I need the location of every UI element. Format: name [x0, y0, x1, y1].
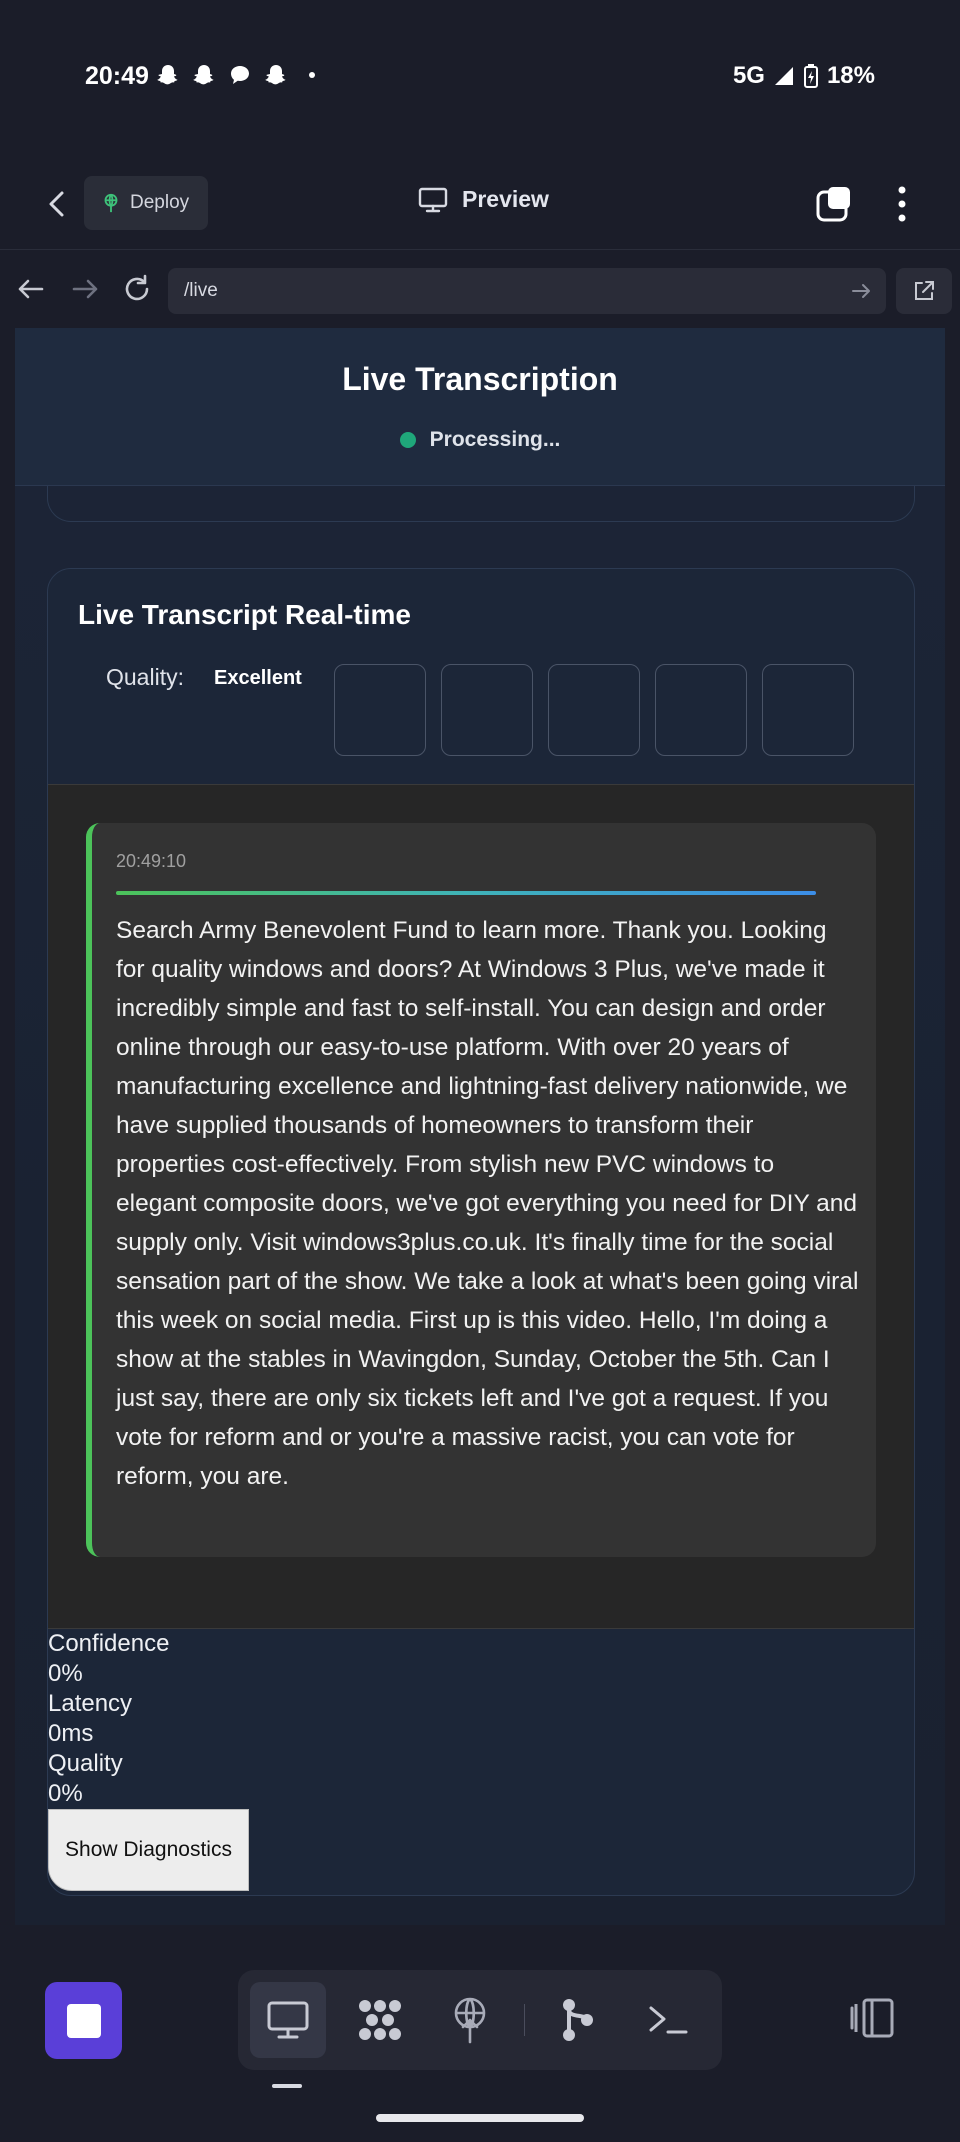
- web-preview: Live Transcription Processing... Live Tr…: [15, 328, 945, 1925]
- quality-box: [334, 664, 426, 756]
- notification-icons: [155, 62, 325, 88]
- tool-deploy[interactable]: [432, 1982, 508, 2058]
- home-indicator[interactable]: [376, 2114, 584, 2122]
- stop-button[interactable]: [45, 1982, 122, 2059]
- entry-timestamp: 20:49:10: [116, 851, 187, 871]
- more-vertical-icon: [898, 186, 906, 222]
- deploy-label: Deploy: [130, 192, 190, 213]
- arrow-right-icon: [72, 279, 98, 299]
- confidence-label: Confidence: [48, 1630, 170, 1657]
- entry-progress-bar: [116, 891, 816, 895]
- browser-forward-button[interactable]: [68, 272, 102, 306]
- quality-metric-value: 0%: [48, 1780, 83, 1807]
- processing-status: Processing...: [15, 428, 945, 452]
- previous-card-edge: [47, 486, 915, 522]
- url-text: /live: [184, 280, 218, 301]
- tool-group: [238, 1970, 722, 2070]
- latency-label: Latency: [48, 1690, 133, 1717]
- battery-icon: [803, 63, 819, 89]
- status-dot-icon: [399, 432, 416, 448]
- tabs-icon: [816, 187, 850, 222]
- tabs-button[interactable]: [814, 184, 854, 224]
- more-menu-button[interactable]: [886, 182, 918, 226]
- reload-button[interactable]: [120, 272, 154, 306]
- deploy-button[interactable]: Deploy: [84, 176, 208, 230]
- monitor-icon: [418, 187, 448, 212]
- quality-value: Excellent: [214, 667, 302, 689]
- live-transcript-card: Live Transcript Real-time Quality: Excel…: [47, 568, 915, 1896]
- app-header: Deploy Preview: [0, 160, 960, 250]
- reload-icon: [125, 274, 149, 301]
- status-right: 5G 18%: [733, 62, 875, 90]
- quality-metric-label: Quality: [48, 1750, 123, 1777]
- quality-box: [548, 664, 640, 756]
- chat-bubble-icon: [227, 62, 253, 88]
- grid-dots-icon: [359, 2000, 401, 2040]
- browser-back-button[interactable]: [14, 272, 48, 306]
- entry-text: Search Army Benevolent Fund to learn mor…: [116, 917, 859, 1490]
- desktop-icon: [267, 2001, 309, 2039]
- bottom-toolbar: [0, 1940, 960, 2142]
- tool-terminal[interactable]: [630, 1982, 706, 2058]
- more-notifications-dot-icon: [299, 62, 325, 88]
- url-input[interactable]: /live: [168, 268, 886, 314]
- signal-icon: [773, 65, 795, 87]
- metrics: Confidence 0% Latency 0ms Quality 0%: [48, 1629, 348, 1809]
- external-link-icon: [915, 281, 934, 300]
- page-header: Live Transcription Processing...: [15, 328, 945, 486]
- quality-box: [655, 664, 747, 756]
- chevron-left-icon: [49, 191, 64, 217]
- snapchat-icon: [263, 62, 289, 88]
- tool-preview[interactable]: [250, 1982, 326, 2058]
- page-title: Live Transcription: [342, 361, 618, 397]
- deploy-icon: [104, 193, 118, 213]
- terminal-icon: [649, 2006, 688, 2034]
- stop-icon: [66, 2003, 101, 2038]
- arrow-left-icon: [18, 279, 44, 299]
- quality-box: [441, 664, 533, 756]
- card-title: Live Transcript Real-time: [78, 599, 412, 630]
- status-text: Processing...: [429, 428, 561, 451]
- transcript-list[interactable]: 20:49:10 Search Army Benevolent Fund to …: [48, 784, 914, 1629]
- active-tab-indicator: [272, 2084, 302, 2088]
- panel-toggle-icon: [850, 1998, 894, 2038]
- preview-label: Preview: [462, 186, 549, 212]
- url-bar: /live: [0, 252, 960, 327]
- confidence-value: 0%: [48, 1660, 83, 1687]
- go-arrow-icon[interactable]: [848, 278, 874, 304]
- deploy-icon: [454, 1997, 486, 2044]
- quality-label: Quality:: [106, 664, 184, 690]
- snapchat-icon: [191, 62, 217, 88]
- battery-percent: 18%: [826, 62, 875, 89]
- tool-packages[interactable]: [342, 1982, 418, 2058]
- show-diagnostics-button[interactable]: Show Diagnostics: [48, 1809, 249, 1891]
- back-button[interactable]: [38, 184, 78, 224]
- preview-title: Preview: [418, 186, 549, 213]
- network-label: 5G: [732, 62, 765, 89]
- status-time: 20:49: [85, 62, 149, 90]
- status-bar: 20:49 5G 18%: [0, 0, 960, 155]
- tool-separator: [524, 2004, 525, 2036]
- transcript-entry: 20:49:10 Search Army Benevolent Fund to …: [86, 823, 876, 1557]
- snapchat-icon: [155, 62, 181, 88]
- quality-box: [762, 664, 854, 756]
- panel-toggle-button[interactable]: [848, 1996, 896, 2040]
- git-branch-icon: [563, 1999, 593, 2041]
- tool-git[interactable]: [540, 1982, 616, 2058]
- quality-indicator: [334, 664, 854, 756]
- latency-value: 0ms: [48, 1720, 94, 1747]
- open-external-button[interactable]: [896, 268, 952, 314]
